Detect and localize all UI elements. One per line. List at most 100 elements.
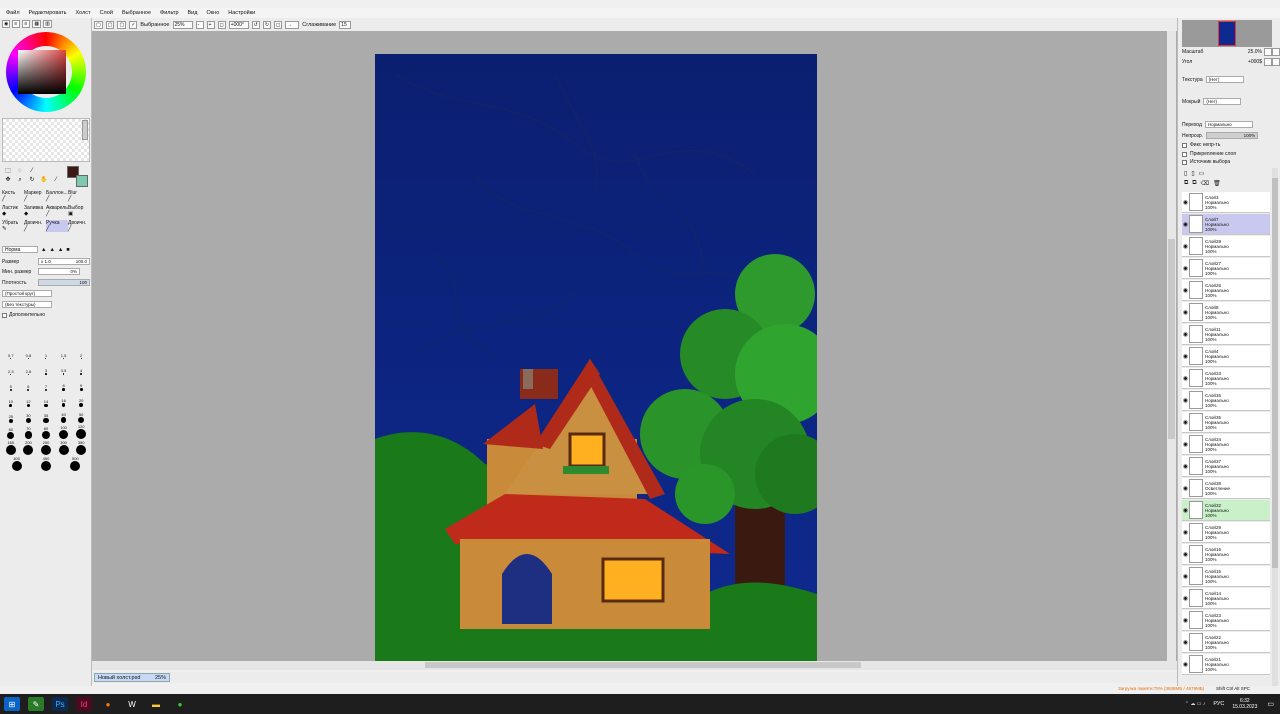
advanced-checkbox[interactable] [2,312,7,318]
eye-icon[interactable]: ◉ [1182,661,1189,668]
vertical-scrollbar[interactable] [1167,31,1176,661]
layer-row[interactable]: ◉ Слой7 Нормально 100% [1182,214,1270,235]
rotation-field[interactable]: +000° [228,20,249,29]
size-field[interactable]: x 1.0 100.0 [38,258,90,265]
swatches-tab[interactable]: ▦ [32,20,42,28]
brush-size-cell[interactable]: 6 [21,384,35,391]
menu-item-2[interactable]: Холст [76,10,91,16]
layer-row[interactable]: ◉ Слой37 Нормально 100% [1182,456,1270,477]
lock-opacity-checkbox[interactable] [1182,142,1187,148]
brush-size-cell[interactable]: 30 [21,413,35,423]
brush-size-cell[interactable]: 3.5 [57,368,71,375]
rotate-icon[interactable]: ↻ [27,176,37,185]
input-language[interactable]: РУС [1213,701,1224,707]
color-wheel-tab[interactable]: ◉ [2,20,11,28]
shape-mid-icon[interactable]: ▲ [49,247,54,253]
brush-size-cell[interactable]: 0.8 [21,353,35,359]
shape-square-icon[interactable]: ■ [66,247,69,253]
eye-icon[interactable]: ◉ [1182,265,1189,272]
magic-wand-icon[interactable]: ⁄ [27,167,37,176]
eye-icon[interactable]: ◉ [1182,243,1189,250]
brush-size-cell[interactable]: 9 [74,383,88,391]
blend-mode-select[interactable]: Норма [2,246,38,253]
brush-size-cell[interactable]: 5 [4,384,18,391]
nav-zoom-in-button[interactable] [1272,48,1280,56]
blend-select[interactable]: Нормально [1204,121,1253,128]
select-tool[interactable]: Выбор ▣ [68,205,90,217]
drawing-canvas[interactable] [375,54,817,662]
eye-icon[interactable]: ◉ [1182,287,1189,294]
layer-row[interactable]: ◉ Слой32 Нормально 100% [1182,500,1270,521]
zoom-out-button[interactable]: - [195,20,204,29]
eye-icon[interactable]: ◉ [1182,419,1189,426]
eye-icon[interactable]: ◉ [1182,375,1189,382]
layer-row[interactable]: ◉ Слой3 Нормально 100% [1182,192,1270,213]
selection-checkbox[interactable]: ✓ [129,20,138,29]
file-explorer-icon[interactable]: ▬ [148,697,164,711]
layer-row[interactable]: ◉ Слой26 Нормально 100% [1182,280,1270,301]
brush-size-cell[interactable]: 12 [21,399,35,407]
min-size-slider[interactable]: 0% [38,268,80,275]
rgb-tab[interactable]: ≡ [12,20,21,28]
new-folder-icon[interactable]: ▭ [1199,170,1205,177]
eye-icon[interactable]: ◉ [1182,573,1189,580]
mixer-tab[interactable]: ▥ [43,20,52,28]
brush-size-cell[interactable]: 8 [57,383,71,391]
selection-source-checkbox[interactable] [1182,159,1187,165]
show-selection-button[interactable]: ▢ [117,20,127,29]
eye-icon[interactable]: ◉ [1182,221,1189,228]
brush-size-cell[interactable]: 350 [74,440,88,455]
delete-layer-icon[interactable]: 🗑 [1213,180,1221,187]
brush-size-cell[interactable]: 250 [39,440,53,455]
eye-icon[interactable]: ◉ [1182,595,1189,602]
flip-button[interactable]: → [285,20,300,29]
saturation-value-square[interactable] [18,50,66,94]
layer-row[interactable]: ◉ Слой14 Нормально 100% [1182,588,1270,609]
brush-size-cell[interactable]: 2.6 [21,369,35,375]
brush-size-cell[interactable]: 70 [21,426,35,439]
remove-tool[interactable]: Убрать ✎ [2,220,24,232]
new-vector-layer-icon[interactable]: ▯ [1191,170,1194,177]
texture-select[interactable]: (Нет) [1205,76,1244,83]
clock[interactable]: 6:32 15.03.2023 [1232,698,1257,710]
layer-row[interactable]: ◉ Слой38 Осветление 100% [1182,478,1270,499]
canvas-area[interactable] [92,31,1177,669]
zoom-field[interactable]: 25% [172,20,193,29]
indesign-icon[interactable]: Id [76,697,92,711]
brush-size-cell[interactable]: 100 [57,425,71,439]
secondary-color-swatch[interactable] [76,175,88,187]
selection-source-row[interactable]: Источник выбора [1182,159,1230,165]
invert-selection-button[interactable]: ▢ [105,20,115,29]
navigator-viewport[interactable] [1218,21,1236,46]
brush-size-cell[interactable]: 450 [39,456,53,471]
sai-app-icon[interactable]: ✎ [28,697,44,711]
eye-icon[interactable]: ◉ [1182,199,1189,206]
nav-reset-button[interactable] [1272,58,1280,66]
eye-icon[interactable]: ◉ [1182,309,1189,316]
hsv-tab[interactable]: ≡ [22,20,31,28]
brush-size-cell[interactable]: 200 [21,440,35,455]
menu-item-7[interactable]: Окно [206,10,219,16]
watercolor-tool[interactable]: Акварель ╱ [46,205,68,217]
scale-row[interactable]: Масштаб 25.0% [1182,49,1262,55]
nav-zoom-out-button[interactable] [1264,48,1272,56]
brush-size-cell[interactable]: 2 [74,353,88,359]
brush-size-cell[interactable]: 20 [74,398,88,407]
menu-item-1[interactable]: Редактировать [29,10,67,16]
eye-icon[interactable]: ◉ [1182,441,1189,448]
brush-size-cell[interactable]: 400 [10,456,24,471]
brush-size-cell[interactable]: 120 [74,424,88,439]
firefox-icon[interactable]: ● [100,697,116,711]
nav-rotate-button[interactable] [1264,58,1272,66]
brush-size-cell[interactable]: 500 [68,456,82,471]
brush-size-cell[interactable]: 60 [4,427,18,439]
brush-size-cell[interactable]: 14 [39,399,53,407]
brush-size-cell[interactable]: 3 [39,368,53,375]
scratchpad-scrollbar[interactable] [82,120,88,140]
layer-row[interactable]: ◉ Слой22 Нормально 100% [1182,632,1270,653]
windows-start-icon[interactable]: ⊞ [4,697,20,711]
layer-row[interactable]: ◉ Слой8 Нормально 100% [1182,302,1270,323]
eraser-tool[interactable]: Ластик ◆ [2,205,24,217]
brush-tool[interactable]: Кисть ╱ [2,190,24,202]
brush-size-cell[interactable]: 50 [74,412,88,423]
